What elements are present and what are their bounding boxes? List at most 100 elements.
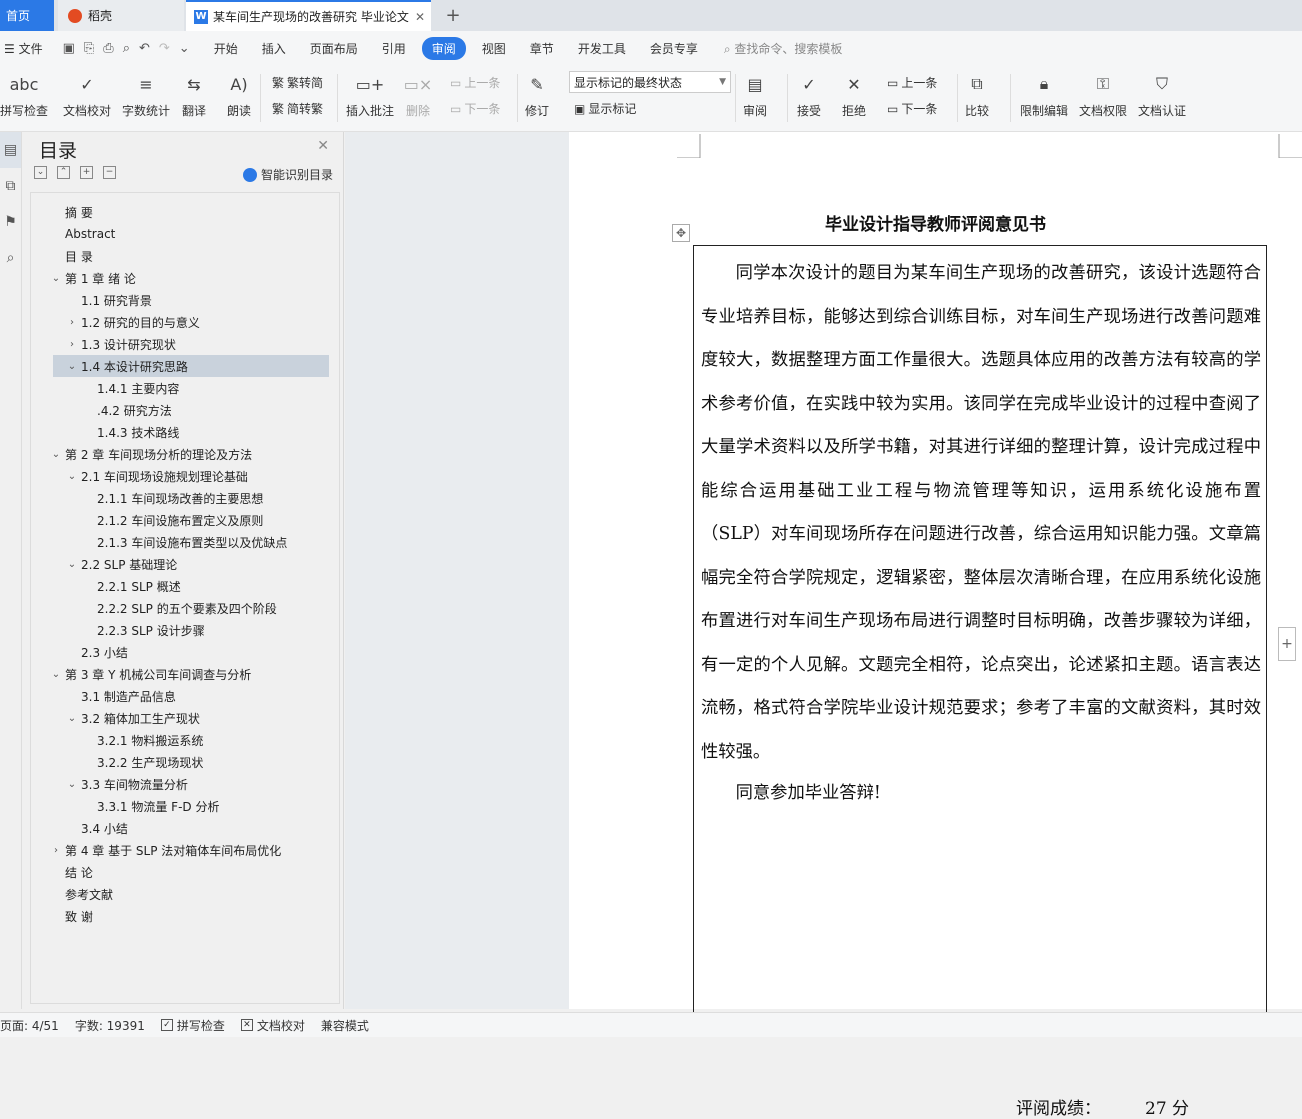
chevron-down-icon[interactable]: ⌄ bbox=[49, 273, 63, 284]
toc-item[interactable]: 1.4.1 主要内容 bbox=[39, 377, 179, 399]
translate-button[interactable]: ⇆ 翻译 bbox=[181, 70, 207, 119]
toc-item[interactable]: 2.2.1 SLP 概述 bbox=[39, 575, 181, 597]
toc-item[interactable]: ⌄ 第 1 章 绪 论 bbox=[39, 267, 136, 289]
simp-to-trad-button[interactable]: 繁简转繁 bbox=[272, 100, 323, 117]
next-change-button[interactable]: ▭ 下一条 bbox=[887, 100, 937, 117]
insert-comment-button[interactable]: ▭+ 插入批注 bbox=[346, 70, 394, 119]
toc-item[interactable]: 3.3.1 物流量 F-D 分析 bbox=[39, 795, 219, 817]
menu-developer[interactable]: 开发工具 bbox=[566, 40, 638, 57]
status-proofread[interactable]: ✕ 文档校对 bbox=[233, 1017, 313, 1034]
export-icon[interactable]: ⎘ bbox=[84, 41, 94, 56]
toc-item[interactable]: › 1.3 设计研究现状 bbox=[39, 333, 176, 355]
toc-item[interactable]: 摘 要 bbox=[39, 201, 93, 223]
save-icon[interactable]: ▣ bbox=[63, 41, 75, 56]
toc-item[interactable]: › 第 4 章 基于 SLP 法对箱体车间布局优化 bbox=[39, 839, 281, 861]
toc-item[interactable]: 致 谢 bbox=[39, 905, 93, 927]
chevron-down-icon[interactable]: ⌄ bbox=[49, 449, 63, 460]
toc-item[interactable]: Abstract bbox=[39, 223, 115, 245]
toc-item[interactable]: 1.4.3 技术路线 bbox=[39, 421, 179, 443]
print-icon[interactable]: ⎙ bbox=[103, 41, 113, 56]
toc-item[interactable]: 结 论 bbox=[39, 861, 93, 883]
page-indicator[interactable]: 页面: 4/51 bbox=[0, 1017, 67, 1034]
toc-item[interactable]: 目 录 bbox=[39, 245, 93, 267]
toc-item[interactable]: ⌄ 第 2 章 车间现场分析的理论及方法 bbox=[39, 443, 252, 465]
delete-comment-button[interactable]: ▭× 删除 bbox=[404, 70, 433, 119]
status-spell-check[interactable]: ✓ 拼写检查 bbox=[153, 1017, 233, 1034]
review-comment-cell[interactable]: 同学本次设计的题目为某车间生产现场的改善研究，该设计选题符合专业培养目标，能够达… bbox=[693, 245, 1267, 1119]
menu-page-layout[interactable]: 页面布局 bbox=[298, 40, 370, 57]
markup-state-dropdown[interactable]: 显示标记的最终状态 ▼ bbox=[569, 71, 731, 93]
toc-item[interactable]: 3.2.2 生产现场现状 bbox=[39, 751, 203, 773]
chevron-right-icon[interactable]: › bbox=[65, 317, 79, 328]
toc-item[interactable]: ⌄ 3.3 车间物流量分析 bbox=[39, 773, 188, 795]
toc-item[interactable]: 3.2.1 物料搬运系统 bbox=[39, 729, 203, 751]
show-markup-button[interactable]: ▣ 显示标记 bbox=[574, 100, 636, 117]
smart-toc-button[interactable]: 智能识别目录 bbox=[242, 166, 333, 183]
toc-item[interactable]: 2.2.3 SLP 设计步骤 bbox=[39, 619, 205, 641]
chevron-down-icon[interactable]: ⌄ bbox=[65, 361, 79, 372]
toc-item[interactable]: 2.1.2 车间设施布置定义及原则 bbox=[39, 509, 263, 531]
tab-document[interactable]: W 某车间生产现场的改善研究 毕业论文 ✕ bbox=[186, 0, 431, 31]
menu-references[interactable]: 引用 bbox=[370, 40, 418, 57]
proofread-button[interactable]: ✓ 文档校对 bbox=[63, 70, 111, 119]
remove-heading-icon[interactable]: − bbox=[103, 166, 116, 179]
toc-item[interactable]: ⌄ 2.2 SLP 基础理论 bbox=[39, 553, 177, 575]
toc-item[interactable]: ⌄ 1.4 本设计研究思路 bbox=[53, 355, 329, 377]
menu-section[interactable]: 章节 bbox=[518, 40, 566, 57]
chevron-right-icon[interactable]: › bbox=[49, 845, 63, 856]
menu-view[interactable]: 视图 bbox=[470, 40, 518, 57]
spell-check-button[interactable]: abc 拼写检查 bbox=[0, 70, 48, 119]
toc-item[interactable]: 参考文献 bbox=[39, 883, 113, 905]
toc-item[interactable]: 3.4 小结 bbox=[39, 817, 128, 839]
table-move-handle-icon[interactable]: ✥ bbox=[672, 224, 690, 242]
toc-item[interactable]: ⌄ 2.1 车间现场设施规划理论基础 bbox=[39, 465, 248, 487]
file-menu[interactable]: ☰ 文件 bbox=[0, 40, 55, 57]
chevron-down-icon[interactable]: ⌄ bbox=[65, 559, 79, 570]
toc-item[interactable]: 1.1 研究背景 bbox=[39, 289, 152, 311]
trad-to-simp-button[interactable]: 繁繁转简 bbox=[272, 74, 323, 91]
menu-insert[interactable]: 插入 bbox=[250, 40, 298, 57]
read-aloud-button[interactable]: A) 朗读 bbox=[226, 70, 252, 119]
add-row-icon[interactable]: + bbox=[1278, 627, 1296, 661]
chevron-right-icon[interactable]: › bbox=[65, 339, 79, 350]
chevron-down-icon[interactable]: ⌄ bbox=[49, 669, 63, 680]
close-icon[interactable]: ✕ bbox=[317, 138, 329, 154]
compare-button[interactable]: ⧉ 比较 bbox=[964, 70, 990, 119]
review-pane-button[interactable]: ▤ 审阅 bbox=[742, 70, 768, 119]
toc-item[interactable]: .4.2 研究方法 bbox=[39, 399, 172, 421]
tab-home[interactable]: 首页 bbox=[0, 0, 54, 31]
toc-item[interactable]: 3.1 制造产品信息 bbox=[39, 685, 176, 707]
restrict-editing-button[interactable]: 🔒︎ 限制编辑 bbox=[1020, 70, 1068, 119]
document-certify-button[interactable]: ⛉ 文档认证 bbox=[1138, 70, 1186, 119]
toc-item[interactable]: ⌄ 第 3 章 Y 机械公司车间调查与分析 bbox=[39, 663, 251, 685]
bookmark-icon[interactable]: ⚑ bbox=[0, 204, 21, 240]
prev-comment-button[interactable]: ▭ 上一条 bbox=[450, 74, 500, 91]
chevron-down-icon[interactable]: ⌄ bbox=[65, 779, 79, 790]
next-comment-button[interactable]: ▭ 下一条 bbox=[450, 100, 500, 117]
undo-icon[interactable]: ↶ bbox=[139, 41, 150, 56]
sections-icon[interactable]: ⧉ bbox=[0, 168, 21, 204]
command-search[interactable]: ⌕ 查找命令、搜索模板 bbox=[710, 40, 843, 57]
chevron-down-icon[interactable]: ⌄ bbox=[65, 713, 79, 724]
chevron-down-icon[interactable]: ⌄ bbox=[65, 471, 79, 482]
print-preview-icon[interactable]: ⌕ bbox=[123, 41, 130, 56]
add-heading-icon[interactable]: + bbox=[80, 166, 93, 179]
track-changes-button[interactable]: ✎ 修订 bbox=[524, 70, 550, 119]
toc-item[interactable]: › 1.2 研究的目的与意义 bbox=[39, 311, 200, 333]
close-tab-icon[interactable]: ✕ bbox=[415, 10, 425, 24]
new-tab-button[interactable]: + bbox=[440, 0, 466, 31]
prev-change-button[interactable]: ▭ 上一条 bbox=[887, 74, 937, 91]
qat-more-icon[interactable]: ⌄ bbox=[179, 41, 190, 56]
collapse-all-icon[interactable]: ⌃ bbox=[57, 166, 70, 179]
expand-all-icon[interactable]: ⌄ bbox=[34, 166, 47, 179]
menu-review[interactable]: 审阅 bbox=[421, 37, 466, 60]
toc-item[interactable]: 2.3 小结 bbox=[39, 641, 128, 663]
find-icon[interactable]: ⌕ bbox=[0, 240, 21, 276]
tab-daoke[interactable]: 稻壳 bbox=[58, 0, 184, 31]
word-count-button[interactable]: ≡ 字数统计 bbox=[122, 70, 170, 119]
toc-panel-icon[interactable]: ▤ bbox=[0, 132, 21, 168]
toc-item[interactable]: ⌄ 3.2 箱体加工生产现状 bbox=[39, 707, 200, 729]
toc-item[interactable]: 2.1.1 车间现场改善的主要思想 bbox=[39, 487, 263, 509]
toc-item[interactable]: 2.1.3 车间设施布置类型以及优缺点 bbox=[39, 531, 287, 553]
menu-member[interactable]: 会员专享 bbox=[638, 40, 710, 57]
